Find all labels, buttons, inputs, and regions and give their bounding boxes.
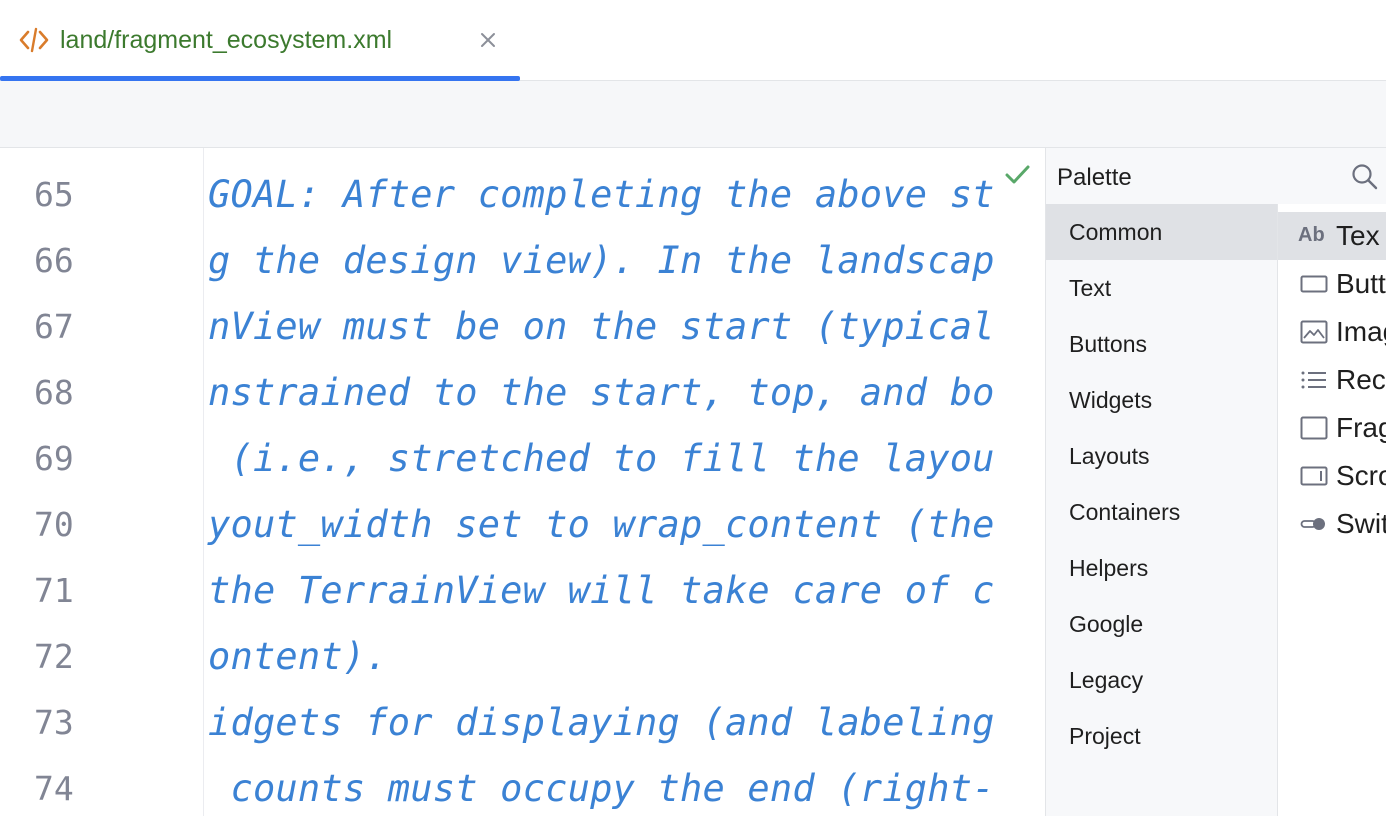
editor-toolbar bbox=[0, 81, 1386, 148]
category-label: Containers bbox=[1069, 499, 1181, 525]
category-containers[interactable]: Containers bbox=[1046, 484, 1277, 540]
palette-item-recyclerview[interactable]: Rec bbox=[1278, 356, 1386, 404]
tab-fragment-ecosystem[interactable]: land/fragment_ecosystem.xml bbox=[0, 0, 520, 81]
category-text[interactable]: Text bbox=[1046, 260, 1277, 316]
category-label: Common bbox=[1069, 219, 1163, 245]
line-number: 73 bbox=[34, 703, 74, 742]
palette-items: Ab Tex Butt Imag Rec bbox=[1278, 204, 1386, 816]
code-line[interactable]: the TerrainView will take care of c bbox=[208, 569, 995, 613]
category-label: Layouts bbox=[1069, 443, 1150, 469]
line-number: 68 bbox=[34, 373, 74, 412]
item-label: Rec bbox=[1336, 364, 1386, 395]
category-widgets[interactable]: Widgets bbox=[1046, 372, 1277, 428]
palette-panel: Palette Common Text Buttons Widgets Layo… bbox=[1045, 148, 1386, 816]
textview-icon: Ab bbox=[1298, 224, 1325, 246]
code-line[interactable]: GOAL: After completing the above st bbox=[208, 173, 995, 217]
palette-title: Palette bbox=[1057, 164, 1132, 191]
item-label: Frag bbox=[1336, 412, 1386, 443]
line-number: 69 bbox=[34, 439, 74, 478]
line-number: 70 bbox=[34, 505, 74, 544]
item-label: Swit bbox=[1336, 508, 1386, 539]
code-line[interactable]: nView must be on the start (typical bbox=[208, 305, 995, 349]
category-common[interactable]: Common bbox=[1046, 204, 1277, 260]
category-legacy[interactable]: Legacy bbox=[1046, 652, 1277, 708]
fragment-icon bbox=[1300, 416, 1328, 440]
recyclerview-icon bbox=[1301, 371, 1326, 389]
category-project[interactable]: Project bbox=[1046, 708, 1277, 764]
item-label: Tex bbox=[1336, 220, 1380, 251]
line-number: 65 bbox=[34, 175, 74, 214]
code-line[interactable]: counts must occupy the end (right- bbox=[208, 767, 995, 811]
code-line[interactable]: (i.e., stretched to fill the layou bbox=[208, 437, 995, 481]
button-icon bbox=[1300, 275, 1328, 293]
switch-icon bbox=[1300, 518, 1325, 530]
editor-tab-bar: land/fragment_ecosystem.xml bbox=[0, 0, 1386, 81]
category-google[interactable]: Google bbox=[1046, 596, 1277, 652]
scrollview-icon bbox=[1300, 466, 1328, 486]
code-editor[interactable]: GOAL: After completing the above st g th… bbox=[204, 148, 1044, 816]
palette-categories: Common Text Buttons Widgets Layouts Cont… bbox=[1046, 204, 1278, 816]
code-line[interactable]: ontent). bbox=[208, 635, 388, 679]
xml-tag-icon bbox=[19, 27, 49, 53]
line-number-gutter: 65 66 67 68 69 70 71 72 73 74 bbox=[0, 148, 204, 816]
palette-item-switch[interactable]: Swit bbox=[1278, 500, 1386, 548]
line-number: 74 bbox=[34, 769, 74, 808]
palette-item-button[interactable]: Butt bbox=[1278, 260, 1386, 308]
code-line[interactable]: yout_width set to wrap_content (the bbox=[208, 503, 995, 547]
close-icon[interactable] bbox=[476, 28, 500, 52]
category-layouts[interactable]: Layouts bbox=[1046, 428, 1277, 484]
palette-item-textview[interactable]: Ab Tex bbox=[1278, 212, 1386, 260]
category-helpers[interactable]: Helpers bbox=[1046, 540, 1277, 596]
line-number: 72 bbox=[34, 637, 74, 676]
category-label: Google bbox=[1069, 611, 1144, 637]
palette-item-fragment[interactable]: Frag bbox=[1278, 404, 1386, 452]
code-line[interactable]: g the design view). In the landscap bbox=[208, 239, 995, 283]
tab-label: land/fragment_ecosystem.xml bbox=[60, 26, 393, 54]
item-label: Imag bbox=[1336, 316, 1386, 347]
category-label: Widgets bbox=[1069, 387, 1153, 413]
category-label: Project bbox=[1069, 723, 1141, 749]
item-label: Scro bbox=[1336, 460, 1386, 491]
category-label: Helpers bbox=[1069, 555, 1149, 581]
search-icon[interactable] bbox=[1350, 162, 1380, 192]
code-line[interactable]: nstrained to the start, top, and bo bbox=[208, 371, 995, 415]
category-label: Buttons bbox=[1069, 331, 1147, 357]
checkmark-icon[interactable] bbox=[1002, 160, 1032, 190]
code-line[interactable]: idgets for displaying (and labeling bbox=[208, 701, 995, 745]
line-number: 71 bbox=[34, 571, 74, 610]
palette-item-scrollview[interactable]: Scro bbox=[1278, 452, 1386, 500]
category-label: Legacy bbox=[1069, 667, 1144, 693]
palette-item-imageview[interactable]: Imag bbox=[1278, 308, 1386, 356]
line-number: 66 bbox=[34, 241, 74, 280]
item-label: Butt bbox=[1336, 268, 1386, 299]
category-buttons[interactable]: Buttons bbox=[1046, 316, 1277, 372]
category-label: Text bbox=[1069, 275, 1112, 301]
imageview-icon bbox=[1300, 320, 1328, 344]
line-number: 67 bbox=[34, 307, 74, 346]
